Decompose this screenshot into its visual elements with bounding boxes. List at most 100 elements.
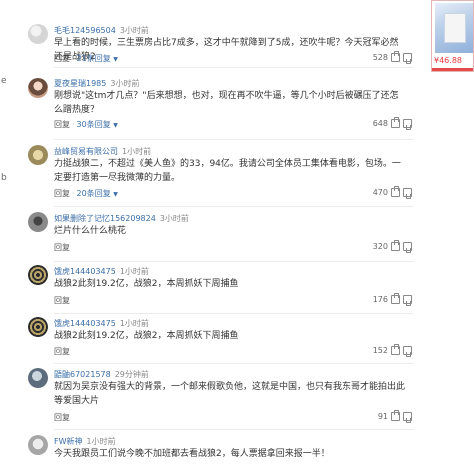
like-count: 320	[372, 242, 388, 251]
replies-count-link[interactable]: 30条回复	[77, 120, 111, 129]
comment-text: 刚想说"这tm才几点？"后来想想，也对，现在再不吹牛逼，等几个小时后被碾压了还怎…	[54, 91, 399, 115]
timestamp: 1小时前	[122, 147, 152, 156]
username-link[interactable]: FW新神	[54, 437, 83, 446]
comment-item: 如果删除了记忆156209824 3小时前 烂片什么什么桃花 回复 320	[24, 207, 416, 262]
reply-button[interactable]: 回复	[54, 54, 70, 63]
comment-text: 战狼2此刻19.2亿，战狼2，本周抓妖下周捕鱼	[54, 279, 239, 289]
comment-actions: 回复 · 21条回复 ▼	[54, 54, 118, 63]
username-link[interactable]: 饿虎144403475	[54, 267, 116, 276]
like-count: 648	[372, 119, 388, 128]
reply-button[interactable]: 回复	[54, 189, 70, 198]
left-panel-edge: e b	[0, 0, 18, 467]
comment-actions: 回复	[54, 412, 70, 423]
timestamp: 3小时前	[119, 26, 149, 35]
reply-button[interactable]: 回复	[54, 243, 70, 252]
replies-count-link[interactable]: 21条回复	[77, 54, 111, 63]
vote-group: 176	[372, 293, 412, 306]
vote-group: 91	[377, 410, 412, 423]
username-link[interactable]: 饿虎144403475	[54, 319, 116, 328]
avatar[interactable]	[28, 435, 48, 455]
username-link[interactable]: 如果删除了记忆156209824	[54, 214, 156, 223]
comment-meta: 益峰贸易有限公司 1小时前	[54, 146, 151, 157]
chevron-down-icon[interactable]: ▼	[113, 56, 118, 63]
ad-accent-bar	[432, 68, 473, 71]
timestamp: 1小时前	[119, 267, 149, 276]
comment-text: 力挺战狼二，不超过《美人鱼》的33，94亿。我请公司全体员工集体看电影，包场。一…	[54, 159, 401, 183]
comment-actions: 回复 · 20条回复 ▼	[54, 189, 118, 198]
comment-item: 鼯鼬67021578 29分钟前 就因为吴京没有强大的背景，一个邮来假歌负他，这就…	[24, 364, 416, 430]
vote-group: 528	[372, 51, 412, 64]
vote-group: 152	[372, 344, 412, 357]
thumbs-down-icon[interactable]	[403, 242, 412, 253]
thumbs-up-icon[interactable]	[391, 117, 400, 128]
product-ad[interactable]: ¥46.88	[431, 0, 474, 72]
comment-text: 今天我跟员工们说今晚不加班都去看战狼2，每人票据拿回来报一半！	[54, 449, 330, 459]
like-count: 152	[372, 346, 388, 355]
reply-button[interactable]: 回复	[54, 413, 70, 422]
comment-meta: 夏夜星瑞1985 3小时前	[54, 78, 139, 89]
comment-text: 烂片什么什么桃花	[54, 226, 127, 236]
thumbs-up-icon[interactable]	[391, 186, 400, 197]
comment-text: 就因为吴京没有强大的背景，一个邮来假歌负他，这就是中国，也只有我东哥才能拍出此等…	[54, 382, 406, 406]
reply-button[interactable]: 回复	[54, 347, 70, 356]
thumbs-down-icon[interactable]	[403, 346, 412, 357]
replies-count-link[interactable]: 20条回复	[77, 189, 111, 198]
thumbs-down-icon[interactable]	[403, 119, 412, 130]
comment-feed: 毛毛124596504 3小时前 早上看的时候，三生票房占比7成多，这才中午就降到…	[24, 0, 416, 467]
username-link[interactable]: 夏夜星瑞1985	[54, 79, 106, 88]
chevron-down-icon[interactable]: ▼	[113, 122, 118, 129]
like-count: 91	[377, 412, 388, 421]
comment-item: 益峰贸易有限公司 1小时前 力挺战狼二，不超过《美人鱼》的33，94亿。我请公司全…	[24, 140, 416, 207]
avatar[interactable]	[28, 317, 48, 337]
avatar[interactable]	[28, 265, 48, 285]
left-text-fragment: b	[1, 173, 7, 183]
vote-group: 320	[372, 240, 412, 253]
comment-meta: 饿虎144403475 1小时前	[54, 318, 149, 329]
timestamp: 1小时前	[86, 437, 116, 446]
comment-actions: 回复 · 30条回复 ▼	[54, 120, 118, 129]
like-count: 528	[372, 53, 388, 62]
comment-item: FW新神 1小时前 今天我跟员工们说今晚不加班都去看战狼2，每人票据拿回来报一半！	[24, 430, 416, 467]
timestamp: 29分钟前	[114, 370, 149, 379]
comment-item: 饿虎144403475 1小时前 战狼2此刻19.2亿，战狼2，本周抓妖下周捕鱼 …	[24, 314, 416, 364]
reply-button[interactable]: 回复	[54, 296, 70, 305]
product-price[interactable]: ¥46.88	[434, 56, 462, 65]
avatar[interactable]	[28, 78, 48, 98]
comment-meta: 饿虎144403475 1小时前	[54, 266, 149, 277]
comment-actions: 回复	[54, 242, 70, 253]
username-link[interactable]: 鼯鼬67021578	[54, 370, 111, 379]
comment-meta: FW新神 1小时前	[54, 436, 116, 447]
comment-item: 夏夜星瑞1985 3小时前 刚想说"这tm才几点？"后来想想，也对，现在再不吹牛逼…	[24, 68, 416, 140]
comment-actions: 回复	[54, 346, 70, 357]
avatar[interactable]	[28, 368, 48, 388]
like-count: 176	[372, 295, 388, 304]
reply-button[interactable]: 回复	[54, 120, 70, 129]
thumbs-up-icon[interactable]	[391, 293, 400, 304]
username-link[interactable]: 益峰贸易有限公司	[54, 147, 118, 156]
avatar[interactable]	[28, 24, 48, 44]
timestamp: 1小时前	[119, 319, 149, 328]
chevron-down-icon[interactable]: ▼	[113, 191, 118, 198]
thumbs-up-icon[interactable]	[391, 410, 400, 421]
timestamp: 3小时前	[159, 214, 189, 223]
username-link[interactable]: 毛毛124596504	[54, 26, 116, 35]
thumbs-down-icon[interactable]	[403, 53, 412, 64]
timestamp: 3小时前	[110, 79, 140, 88]
product-image[interactable]	[435, 3, 473, 53]
thumbs-up-icon[interactable]	[391, 344, 400, 355]
comment-meta: 如果删除了记忆156209824 3小时前	[54, 213, 189, 224]
comment-actions: 回复	[54, 295, 70, 306]
avatar[interactable]	[28, 145, 48, 165]
thumbs-up-icon[interactable]	[391, 240, 400, 251]
left-text-fragment: e	[1, 76, 7, 86]
comment-meta: 毛毛124596504 3小时前	[54, 25, 149, 36]
thumbs-up-icon[interactable]	[391, 51, 400, 62]
vote-group: 470	[372, 186, 412, 199]
thumbs-down-icon[interactable]	[403, 188, 412, 199]
avatar[interactable]	[28, 212, 48, 232]
comment-meta: 鼯鼬67021578 29分钟前	[54, 369, 149, 380]
like-count: 470	[372, 188, 388, 197]
comment-text: 战狼2此刻19.2亿，战狼2，本周抓妖下周捕鱼	[54, 331, 239, 341]
thumbs-down-icon[interactable]	[403, 412, 412, 423]
thumbs-down-icon[interactable]	[403, 295, 412, 306]
